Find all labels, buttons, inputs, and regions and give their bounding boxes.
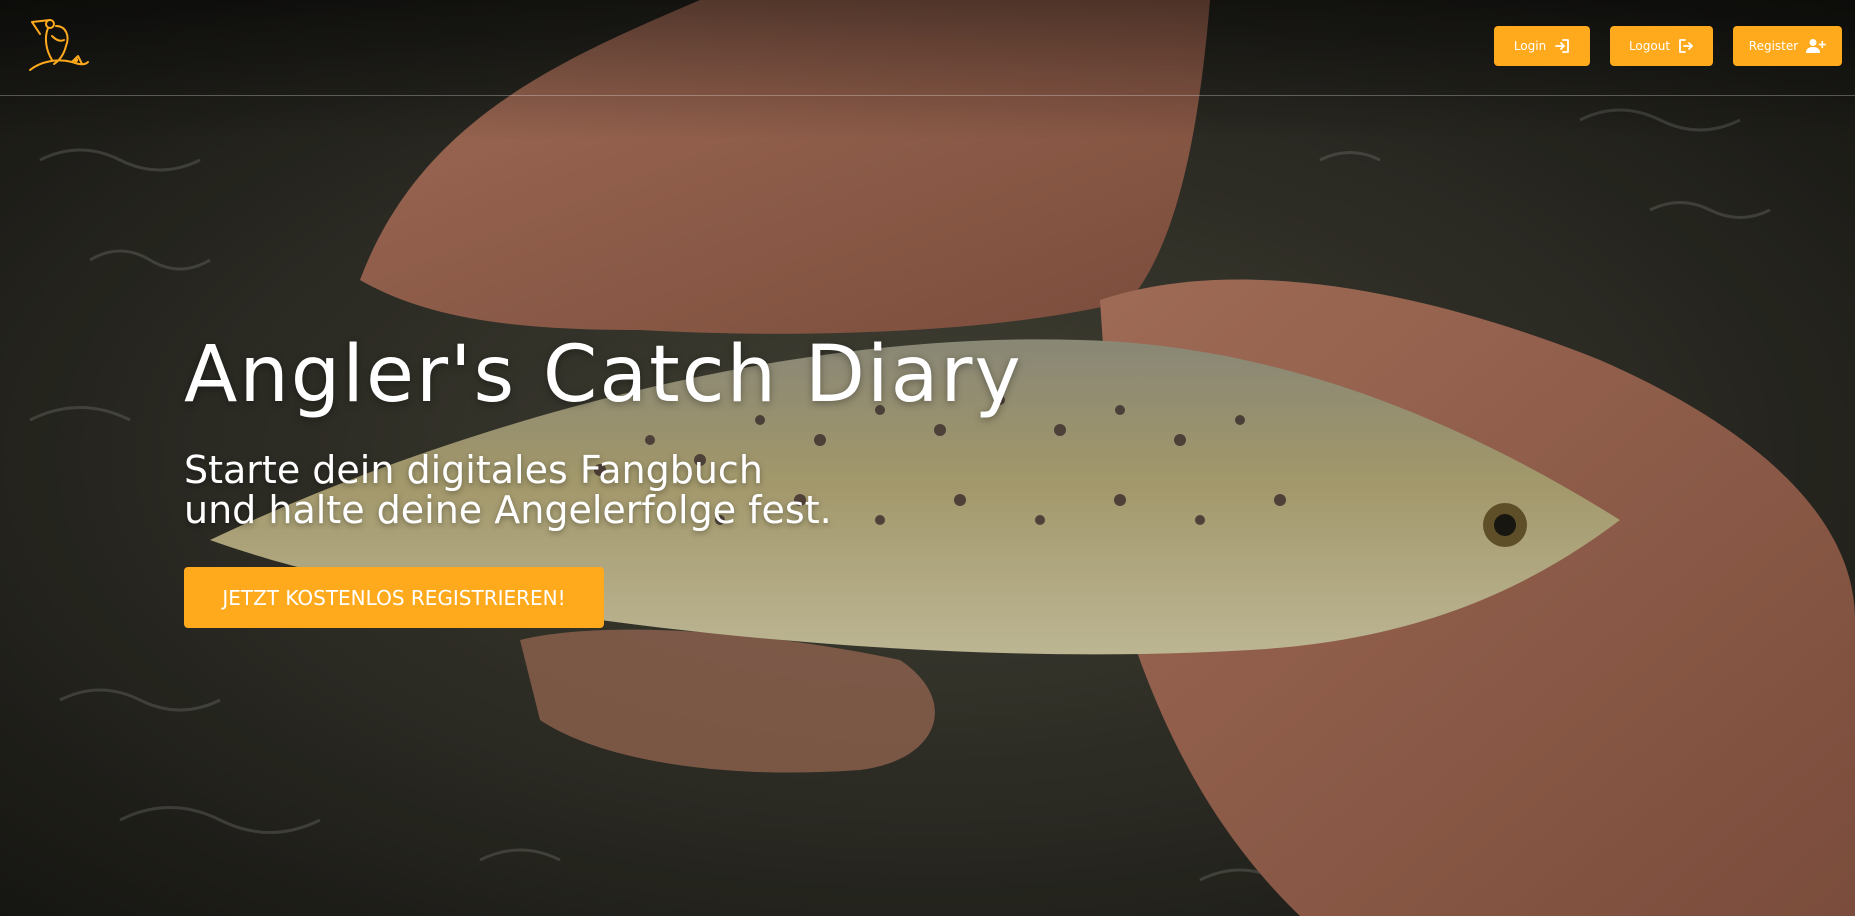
register-button[interactable]: Register bbox=[1733, 26, 1842, 66]
register-label: Register bbox=[1748, 39, 1799, 53]
subtitle-line-2: und halte deine Angelerfolge fest. bbox=[184, 488, 832, 532]
sign-out-icon bbox=[1679, 39, 1693, 53]
page-title: Angler's Catch Diary bbox=[184, 330, 1023, 420]
sign-in-icon bbox=[1555, 39, 1570, 53]
user-plus-icon bbox=[1806, 39, 1827, 53]
hero-subtitle: Starte dein digitales Fangbuch und halte… bbox=[184, 450, 832, 530]
register-cta-button[interactable]: JETZT KOSTENLOS REGISTRIEREN! bbox=[184, 567, 604, 628]
logout-label: Logout bbox=[1628, 39, 1671, 53]
top-navbar: Login Logout Register bbox=[0, 0, 1855, 96]
login-label: Login bbox=[1513, 39, 1547, 53]
login-button[interactable]: Login bbox=[1494, 26, 1590, 66]
fisherman-logo-icon[interactable] bbox=[26, 16, 90, 76]
logout-button[interactable]: Logout bbox=[1610, 26, 1713, 66]
hero-section: Login Logout Register Angler's Catch Dia… bbox=[0, 0, 1855, 916]
subtitle-line-1: Starte dein digitales Fangbuch bbox=[184, 448, 763, 492]
